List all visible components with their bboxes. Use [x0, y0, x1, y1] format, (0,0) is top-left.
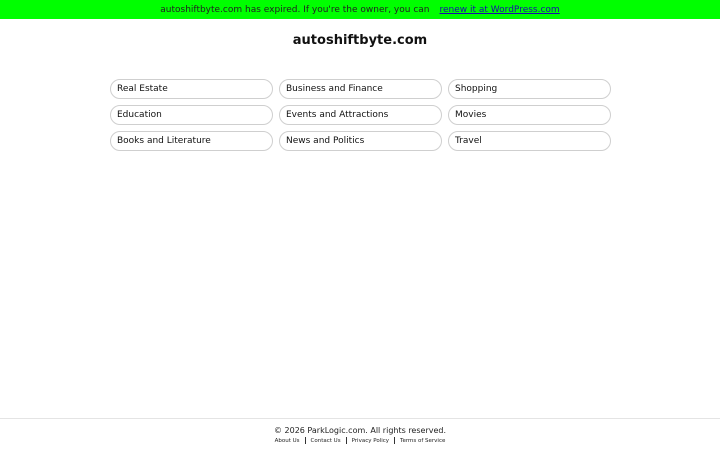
category-shopping[interactable]: Shopping [448, 79, 611, 99]
about-us-link[interactable]: About Us [275, 438, 300, 444]
category-travel[interactable]: Travel [448, 131, 611, 151]
divider [345, 437, 347, 444]
category-books-and-literature[interactable]: Books and Literature [110, 131, 273, 151]
category-grid: Real Estate Business and Finance Shoppin… [110, 79, 611, 151]
renew-link[interactable]: renew it at WordPress.com [440, 5, 560, 15]
category-real-estate[interactable]: Real Estate [110, 79, 273, 99]
category-events-and-attractions[interactable]: Events and Attractions [279, 105, 442, 125]
expired-banner: autoshiftbyte.com has expired. If you're… [0, 0, 720, 19]
terms-of-service-link[interactable]: Terms of Service [400, 438, 445, 444]
expired-message: autoshiftbyte.com has expired. If you're… [160, 4, 430, 15]
contact-us-link[interactable]: Contact Us [311, 438, 341, 444]
category-business-and-finance[interactable]: Business and Finance [279, 79, 442, 99]
divider [304, 437, 306, 444]
category-education[interactable]: Education [110, 105, 273, 125]
footer: © 2026 ParkLogic.com. All rights reserve… [0, 418, 720, 451]
copyright-text: © 2026 ParkLogic.com. All rights reserve… [273, 426, 447, 435]
category-news-and-politics[interactable]: News and Politics [279, 131, 442, 151]
domain-title: autoshiftbyte.com [292, 33, 428, 48]
category-movies[interactable]: Movies [448, 105, 611, 125]
privacy-policy-link[interactable]: Privacy Policy [352, 438, 389, 444]
divider [394, 437, 396, 444]
footer-links: About Us Contact Us Privacy Policy Terms… [0, 437, 720, 444]
